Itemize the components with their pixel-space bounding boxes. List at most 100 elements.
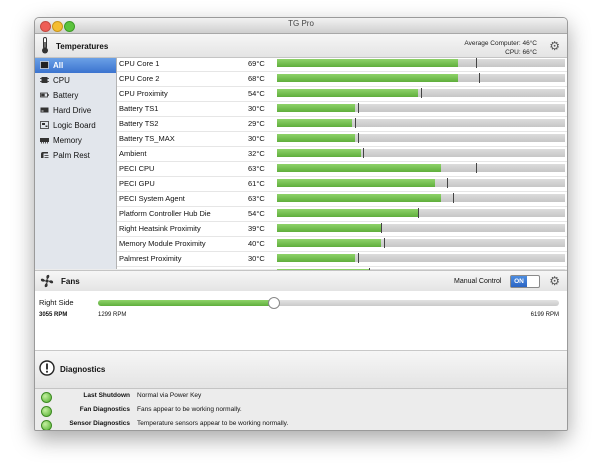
fan-speed-fill xyxy=(98,300,274,306)
sidebar-item-memory[interactable]: Memory xyxy=(35,133,116,148)
temperature-bar-fill xyxy=(277,209,418,217)
sensor-name: Battery TS2 xyxy=(119,119,159,128)
sensor-name: PECI CPU xyxy=(119,164,155,173)
diagnostic-label: Sensor Diagnostics xyxy=(69,420,130,427)
sensor-temperature: 29°C xyxy=(248,119,265,128)
sensor-temperature: 63°C xyxy=(248,194,265,203)
fan-speed-slider[interactable] xyxy=(98,297,559,309)
sensor-temperature: 39°C xyxy=(248,224,265,233)
palm-rest-icon xyxy=(41,152,49,158)
fan-min-rpm: 1299 RPM xyxy=(98,312,127,318)
fans-header: Fans Manual Control ON ⚙ xyxy=(35,270,567,292)
cpu-icon xyxy=(40,77,49,83)
temperature-bar-fill xyxy=(277,59,458,67)
sidebar-item-hard-drive[interactable]: Hard Drive xyxy=(35,103,116,118)
sensor-name: Battery TS_MAX xyxy=(119,134,175,143)
sidebar-item-label: Logic Board xyxy=(53,121,96,130)
temperature-bar xyxy=(277,193,565,203)
diagnostic-value: Temperature sensors appear to be working… xyxy=(137,420,289,427)
sensor-row[interactable]: Palmrest Proximity 30°C xyxy=(117,251,567,267)
sensor-temperature: 30°C xyxy=(248,254,265,263)
sensor-name: Palmrest Proximity xyxy=(119,254,182,263)
fan-icon xyxy=(40,274,54,288)
manual-control-switch[interactable]: ON xyxy=(510,275,540,288)
status-ok-icon xyxy=(41,420,52,430)
sensor-temperature: 61°C xyxy=(248,179,265,188)
sensor-row[interactable]: Platform Controller Hub Die 54°C xyxy=(117,206,567,222)
warning-icon xyxy=(39,360,55,376)
sensor-temperature: 63°C xyxy=(248,164,265,173)
max-temperature-marker xyxy=(476,58,477,68)
sensor-name: Battery TS1 xyxy=(119,104,159,113)
sidebar-item-all[interactable]: All xyxy=(35,58,116,73)
sensor-name: CPU Core 1 xyxy=(119,59,160,68)
diagnostic-value: Normal via Power Key xyxy=(137,392,202,399)
sensor-row[interactable]: Battery TS2 29°C xyxy=(117,116,567,132)
thermometer-icon xyxy=(42,37,48,54)
diagnostics-header: Diagnostics xyxy=(35,351,567,389)
sidebar-item-cpu[interactable]: CPU xyxy=(35,73,116,88)
sensor-table: CPU Core 1 69°C CPU Core 2 68°C CPU Proximit… xyxy=(117,56,567,297)
max-temperature-marker xyxy=(358,103,359,113)
fan-speed-knob[interactable] xyxy=(268,297,281,309)
sensor-row[interactable]: Memory Module Proximity 40°C xyxy=(117,236,567,252)
sensor-row[interactable]: PECI System Agent 63°C xyxy=(117,191,567,207)
sensor-row[interactable]: Right Heatsink Proximity 39°C xyxy=(117,221,567,237)
temperatures-gear-icon[interactable]: ⚙ xyxy=(549,40,560,52)
sensor-row[interactable]: CPU Core 1 69°C xyxy=(117,56,567,72)
temperature-bar-fill xyxy=(277,164,441,172)
fan-max-rpm: 6199 RPM xyxy=(530,312,559,318)
sensor-temperature: 54°C xyxy=(248,89,265,98)
sensor-category-sidebar: All CPU Battery Hard Drive Logic Board M… xyxy=(35,58,117,269)
sensor-name: PECI System Agent xyxy=(119,194,185,203)
sidebar-item-palm-rest[interactable]: Palm Rest xyxy=(35,148,116,163)
max-temperature-marker xyxy=(421,88,422,98)
all-icon xyxy=(40,61,49,69)
sensor-name: CPU Proximity xyxy=(119,89,168,98)
switch-on-label: ON xyxy=(511,276,527,287)
cpu-average-value: 66°C xyxy=(522,49,537,56)
sidebar-item-label: CPU xyxy=(53,76,70,85)
temperature-bar xyxy=(277,103,565,113)
sidebar-item-battery[interactable]: Battery xyxy=(35,88,116,103)
max-temperature-marker xyxy=(358,253,359,263)
temperature-bar xyxy=(277,208,565,218)
temperature-bar xyxy=(277,58,565,68)
sensor-name: Right Heatsink Proximity xyxy=(119,224,201,233)
diagnostics-title: Diagnostics xyxy=(60,365,106,374)
app-window: TG Pro Temperatures Average Computer: 46… xyxy=(34,17,568,431)
window-title: TG Pro xyxy=(288,19,314,28)
sensor-temperature: 32°C xyxy=(248,149,265,158)
average-computer-value: 46°C xyxy=(522,40,537,47)
sidebar-item-logic-board[interactable]: Logic Board xyxy=(35,118,116,133)
sensor-row[interactable]: PECI GPU 61°C xyxy=(117,176,567,192)
temperature-bar-fill xyxy=(277,89,418,97)
sensor-row[interactable]: PECI CPU 63°C xyxy=(117,161,567,177)
temperature-bar xyxy=(277,118,565,128)
max-temperature-marker xyxy=(355,118,356,128)
sidebar-item-label: Battery xyxy=(53,91,79,100)
title-bar: TG Pro xyxy=(35,18,567,34)
diagnostic-label: Fan Diagnostics xyxy=(79,406,130,413)
sensor-row[interactable]: CPU Core 2 68°C xyxy=(117,71,567,87)
sensor-row[interactable]: Battery TS1 30°C xyxy=(117,101,567,117)
manual-control-label: Manual Control xyxy=(454,278,502,285)
diagnostic-label: Last Shutdown xyxy=(83,392,130,399)
sidebar-item-label: All xyxy=(53,61,64,70)
sensor-row[interactable]: CPU Proximity 54°C xyxy=(117,86,567,102)
temperature-bar xyxy=(277,73,565,83)
sensor-temperature: 68°C xyxy=(248,74,265,83)
diagnostic-row: Fan Diagnostics Fans appear to be workin… xyxy=(35,404,567,417)
max-temperature-marker xyxy=(447,178,448,188)
temperature-bar-fill xyxy=(277,239,381,247)
logic-board-icon xyxy=(40,121,49,129)
diagnostic-value: Fans appear to be working normally. xyxy=(137,406,242,413)
fan-rpm: 3055 RPM xyxy=(39,312,68,318)
sensor-row[interactable]: Ambient 32°C xyxy=(117,146,567,162)
sensor-temperature: 40°C xyxy=(248,239,265,248)
temperature-bar xyxy=(277,223,565,233)
fans-gear-icon[interactable]: ⚙ xyxy=(549,275,560,287)
max-temperature-marker xyxy=(381,223,382,233)
sidebar-item-label: Hard Drive xyxy=(53,106,92,115)
sensor-row[interactable]: Battery TS_MAX 30°C xyxy=(117,131,567,147)
